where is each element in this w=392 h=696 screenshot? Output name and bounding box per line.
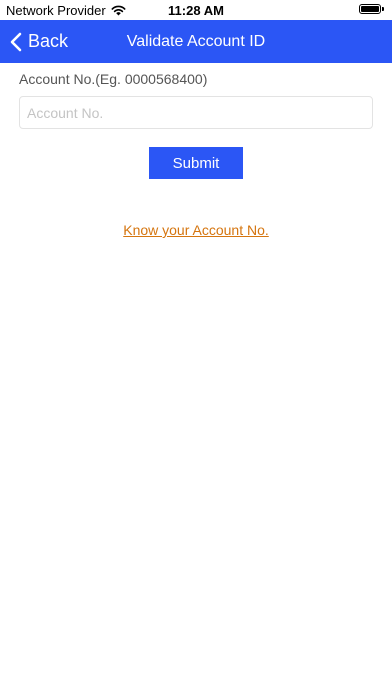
know-account-number-link[interactable]: Know your Account No. bbox=[0, 222, 392, 238]
navigation-bar: Validate Account ID Back bbox=[0, 20, 392, 63]
back-label: Back bbox=[28, 31, 69, 51]
account-number-label: Account No.(Eg. 0000568400) bbox=[19, 71, 208, 87]
battery-indicator bbox=[359, 4, 384, 14]
chevron-left-icon bbox=[10, 32, 22, 52]
status-bar: Network Provider 11:28 AM bbox=[0, 0, 392, 20]
back-button[interactable]: Back bbox=[10, 20, 68, 63]
account-number-input[interactable] bbox=[19, 96, 373, 129]
battery-full-icon bbox=[359, 4, 384, 14]
validate-account-screen: Network Provider 11:28 AM Validate Accou… bbox=[0, 0, 392, 696]
submit-button[interactable]: Submit bbox=[149, 147, 243, 179]
status-time: 11:28 AM bbox=[168, 3, 224, 18]
